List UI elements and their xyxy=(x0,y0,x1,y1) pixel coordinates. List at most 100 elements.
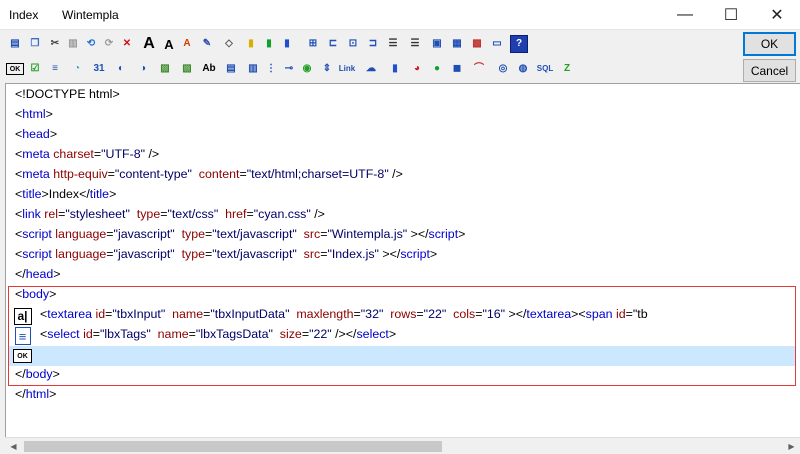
globe-control-icon: ◍ xyxy=(518,63,528,74)
code-token: </ xyxy=(15,267,26,281)
sprite-control-button[interactable]: ◑ xyxy=(133,59,153,79)
group-icon: ▣ xyxy=(432,38,442,49)
picture-control-button[interactable]: ▧ xyxy=(177,59,197,79)
code-editor[interactable]: <!DOCTYPE html> <html> <head> <meta charset… xyxy=(5,83,800,437)
align-bottom-button[interactable]: ☰ xyxy=(405,34,425,54)
font-smaller-button[interactable]: A xyxy=(159,34,179,54)
font-auto-button[interactable]: A xyxy=(177,34,197,54)
crayons-button[interactable]: ▮ xyxy=(241,34,261,54)
code-line[interactable]: </body> xyxy=(15,364,60,384)
listbox-gutter-icon[interactable]: ≡ xyxy=(12,326,33,346)
crayons-auto-button[interactable]: ▮ xyxy=(277,34,297,54)
code-line[interactable]: <select id="lbxTags" name="lbxTagsData" … xyxy=(40,324,396,344)
crayons-multi-button[interactable]: ▮ xyxy=(259,34,279,54)
align-top-button[interactable]: ☰ xyxy=(383,34,403,54)
tree-control-button[interactable]: ⋮ xyxy=(261,59,281,79)
label-control-button[interactable]: Ab xyxy=(199,59,219,79)
tab-order-button[interactable]: ▦ xyxy=(447,34,467,54)
picture-control-icon: ▧ xyxy=(182,63,192,74)
code-token: title xyxy=(89,187,110,201)
align-right-button[interactable]: ⊐ xyxy=(363,34,383,54)
horizontal-scrollbar[interactable]: ◀ ▶ xyxy=(5,437,800,454)
calendar-control-button[interactable]: 31 xyxy=(89,59,109,79)
close-button[interactable]: ✕ xyxy=(754,0,800,30)
code-token: "lbxTags" xyxy=(99,327,151,341)
code-token: = xyxy=(301,327,310,341)
help-button[interactable]: ? xyxy=(509,34,529,54)
code-line[interactable]: <script language="javascript" type="text… xyxy=(15,244,437,264)
code-token: "32" xyxy=(360,307,384,321)
code-token: > xyxy=(49,287,57,301)
code-token: textarea xyxy=(526,307,572,321)
link-control-button[interactable]: Link xyxy=(337,59,357,79)
undo-button[interactable]: ⟲ xyxy=(81,34,101,54)
code-line[interactable]: <body> xyxy=(15,284,56,304)
code-line[interactable]: </html> xyxy=(15,384,56,404)
map-button[interactable]: ◼ xyxy=(447,59,467,79)
sql-button[interactable]: SQL xyxy=(535,59,555,79)
code-line[interactable]: <head> xyxy=(15,124,57,144)
properties-button[interactable]: ▭ xyxy=(487,34,507,54)
listview-control-button[interactable]: ▥ xyxy=(243,59,263,79)
textarea-gutter-icon[interactable]: a| xyxy=(12,306,33,326)
code-line[interactable]: <meta charset="UTF-8" /> xyxy=(15,144,159,164)
code-token: > xyxy=(49,127,58,141)
save-button[interactable]: ▤ xyxy=(5,34,25,54)
ok-button[interactable]: OK xyxy=(743,32,796,56)
listbox-control-button[interactable]: ▤ xyxy=(221,59,241,79)
code-line[interactable]: </head> xyxy=(15,264,61,284)
eraser-icon: ◇ xyxy=(225,38,233,49)
scroll-left-icon[interactable]: ◀ xyxy=(5,438,22,454)
eraser-button[interactable]: ◇ xyxy=(219,34,239,54)
list-control-button[interactable]: ≡ xyxy=(45,59,65,79)
checkbox-control-button[interactable]: ☑ xyxy=(25,59,45,79)
cut-button[interactable]: ✂ xyxy=(45,34,65,54)
code-line[interactable]: <title>Index</title> xyxy=(15,184,116,204)
image-control-button[interactable]: ▨ xyxy=(155,59,175,79)
code-line[interactable]: <!DOCTYPE html> xyxy=(15,84,120,104)
delete-button[interactable]: ✕ xyxy=(117,34,137,54)
ball-button[interactable]: ● xyxy=(427,59,447,79)
align-left-button[interactable]: ⊏ xyxy=(323,34,343,54)
code-line[interactable]: <script language="javascript" type="text… xyxy=(15,224,465,244)
button-gutter-icon[interactable]: OK xyxy=(12,346,33,366)
group-button[interactable]: ▣ xyxy=(427,34,447,54)
align-center-button[interactable]: ⊡ xyxy=(343,34,363,54)
copy-button[interactable]: ❐ xyxy=(25,34,45,54)
radio-control-button[interactable]: ◉ xyxy=(297,59,317,79)
globe-control-button[interactable]: ◍ xyxy=(513,59,533,79)
code-token: type xyxy=(174,247,205,261)
maximize-button[interactable]: ☐ xyxy=(708,0,754,30)
zip-button[interactable]: Z xyxy=(557,59,577,79)
highlight-button[interactable]: ✎ xyxy=(197,34,217,54)
scroll-control-button[interactable]: ⇕ xyxy=(317,59,337,79)
font-bigger-button[interactable]: A xyxy=(139,34,159,54)
clock-control-button[interactable]: ◔ xyxy=(67,59,87,79)
grid-button[interactable]: ▩ xyxy=(467,34,487,54)
chart-line-button[interactable]: ⌒ xyxy=(469,59,489,79)
tree-branch-button[interactable]: ⊸ xyxy=(279,59,299,79)
window-tab-wintempla[interactable]: Wintempla xyxy=(62,8,119,22)
scroll-right-icon[interactable]: ▶ xyxy=(783,438,800,454)
pie-chart-button[interactable]: ◕ xyxy=(407,59,427,79)
web-control-button[interactable]: ◎ xyxy=(493,59,513,79)
code-line[interactable]: <meta http-equiv="content-type" content=… xyxy=(15,164,403,184)
listbox-control-icon: ▤ xyxy=(226,63,236,74)
cancel-button[interactable]: Cancel xyxy=(743,59,796,82)
redo-button[interactable]: ⟳ xyxy=(99,34,119,54)
align-bottom-icon: ☰ xyxy=(410,38,420,49)
scroll-thumb[interactable] xyxy=(24,441,442,452)
auto-size-button[interactable]: ⊞ xyxy=(303,34,323,54)
code-line[interactable]: <textarea id="tbxInput" name="tbxInputDa… xyxy=(40,304,648,324)
minimize-button[interactable]: — xyxy=(662,0,708,30)
code-line[interactable]: <html> xyxy=(15,104,53,124)
code-token: = xyxy=(416,307,424,321)
code-line[interactable]: <link rel="stylesheet" type="text/css" h… xyxy=(15,204,325,224)
game-control-button[interactable]: ◐ xyxy=(111,59,131,79)
radio-control-icon: ◉ xyxy=(302,63,312,74)
bar-chart-button[interactable]: ▮ xyxy=(385,59,405,79)
paste-button[interactable]: ▥ xyxy=(63,34,83,54)
cloud-control-button[interactable]: ☁ xyxy=(361,59,381,79)
button-control-button[interactable]: OK xyxy=(5,59,25,79)
window-tab-index[interactable]: Index xyxy=(9,8,38,22)
